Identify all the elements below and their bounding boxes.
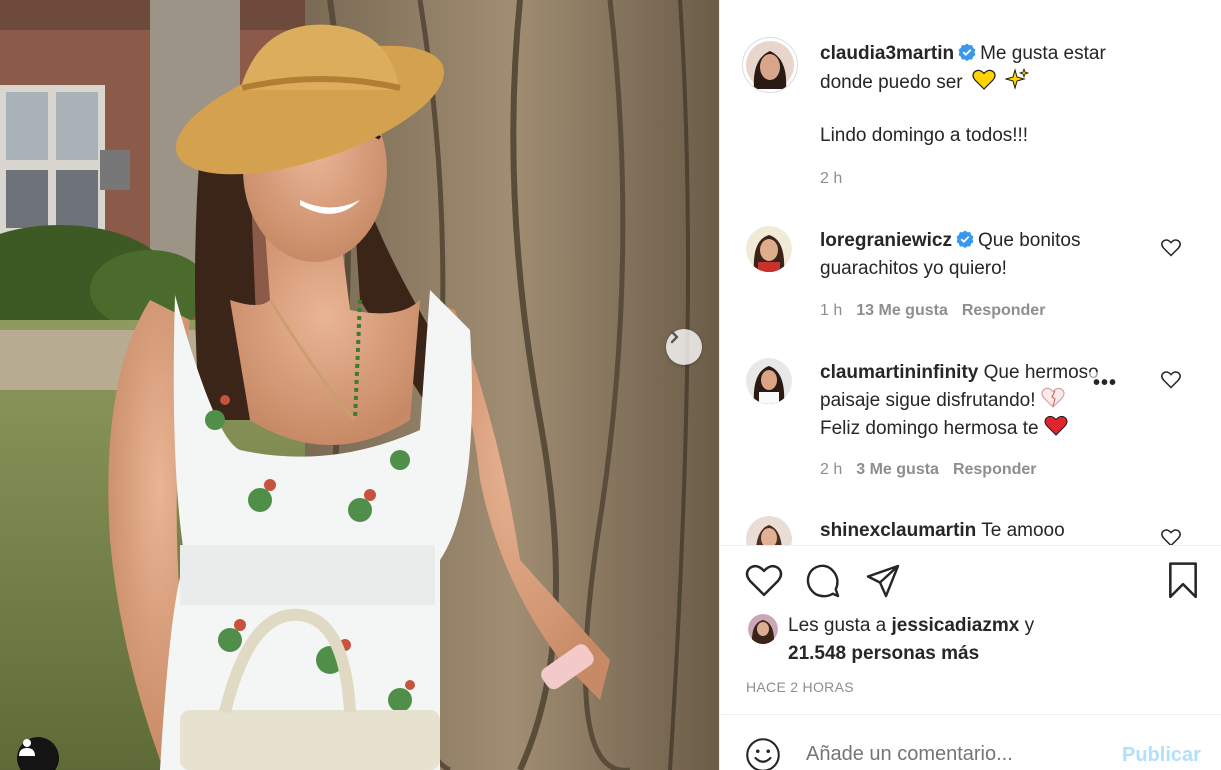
reply-button[interactable]: Responder: [962, 302, 1046, 319]
comment-item: shinexclaumartin Te amooo: [820, 517, 1160, 545]
publish-button[interactable]: Publicar: [1122, 744, 1201, 767]
likes-prefix: Les gusta a: [788, 615, 887, 636]
post-side-panel: claudia3martin Me gusta estar donde puedo…: [719, 0, 1221, 770]
comment-username[interactable]: loregraniewicz: [820, 230, 952, 251]
author-avatar[interactable]: [742, 37, 798, 93]
likes-conj: y: [1024, 615, 1035, 636]
comment-input[interactable]: [806, 743, 1106, 766]
comments-list[interactable]: claudia3martin Me gusta estar donde puedo…: [720, 0, 1221, 545]
commenter-avatar[interactable]: [746, 516, 792, 545]
avatar-image: [746, 226, 792, 272]
user-icon: [19, 739, 35, 756]
more-options-button[interactable]: •••: [1087, 372, 1124, 395]
comment-text: Te amooo: [981, 520, 1065, 541]
comment-item: loregraniewicz Que bonitos guarachitos yo…: [820, 227, 1160, 283]
avatar-image: [746, 41, 794, 89]
verified-badge-icon: [956, 230, 974, 248]
like-comment-heart-icon[interactable]: [1161, 528, 1181, 545]
share-paper-plane-icon[interactable]: [865, 563, 901, 599]
comment-meta: 1 h 13 Me gusta Responder: [820, 302, 1045, 320]
yellow-heart-icon: [972, 69, 996, 90]
comment-likes[interactable]: 13 Me gusta: [856, 302, 948, 319]
like-comment-heart-icon[interactable]: [1161, 238, 1181, 258]
white-heart-icon: [1041, 387, 1065, 408]
comment-time[interactable]: 2 h: [820, 461, 842, 478]
photo-illustration: [0, 0, 719, 770]
save-bookmark-icon[interactable]: [1166, 562, 1200, 600]
comment-text: Feliz domingo hermosa te: [820, 418, 1039, 439]
post-timestamp[interactable]: HACE 2 HORAS: [746, 679, 854, 695]
verified-badge-icon: [958, 43, 976, 61]
divider: [720, 545, 1221, 546]
emoji-smiley-icon[interactable]: [745, 737, 781, 770]
sparkles-icon: [1004, 67, 1030, 90]
next-photo-button[interactable]: [666, 329, 702, 365]
red-heart-icon: [1044, 415, 1068, 436]
caption-text-1: Me gusta estar: [980, 43, 1106, 64]
comment-username[interactable]: claumartininfinity: [820, 362, 978, 383]
avatar-image: [748, 614, 778, 644]
commenter-avatar[interactable]: [746, 358, 792, 404]
avatar-image: [746, 358, 792, 404]
comment-username[interactable]: shinexclaumartin: [820, 520, 976, 541]
caption-text-3: Lindo domingo a todos!!!: [820, 125, 1029, 146]
chevron-right-icon: [670, 330, 679, 344]
post-caption: claudia3martin Me gusta estar donde puedo…: [820, 40, 1200, 97]
author-username[interactable]: claudia3martin: [820, 43, 954, 64]
commenter-avatar[interactable]: [746, 226, 792, 272]
comment-likes[interactable]: 3 Me gusta: [856, 461, 939, 478]
avatar-image: [746, 516, 792, 545]
comment-meta: 2 h 3 Me gusta Responder: [820, 461, 1037, 479]
caption-text-2: donde puedo ser: [820, 72, 963, 93]
likes-others-count[interactable]: 21.548 personas más: [788, 643, 979, 664]
comment-text: Que bonitos: [978, 230, 1081, 251]
liker-avatar[interactable]: [748, 614, 778, 644]
liker-username[interactable]: jessicadiazmx: [892, 615, 1020, 636]
caption-time[interactable]: 2 h: [820, 170, 842, 188]
add-comment-section: Publicar: [720, 715, 1221, 770]
reply-button[interactable]: Responder: [953, 461, 1037, 478]
comment-text: Que hermoso: [983, 362, 1099, 383]
likes-text: Les gusta a jessicadiazmx y 21.548 perso…: [788, 612, 1034, 668]
like-heart-icon[interactable]: [745, 564, 783, 598]
comment-bubble-icon[interactable]: [805, 563, 841, 599]
like-comment-heart-icon[interactable]: [1161, 370, 1181, 390]
post-photo[interactable]: [0, 0, 719, 770]
comment-time[interactable]: 1 h: [820, 302, 842, 319]
comment-text: guarachitos yo quiero!: [820, 258, 1007, 279]
comment-text: paisaje sigue disfrutando!: [820, 390, 1036, 411]
